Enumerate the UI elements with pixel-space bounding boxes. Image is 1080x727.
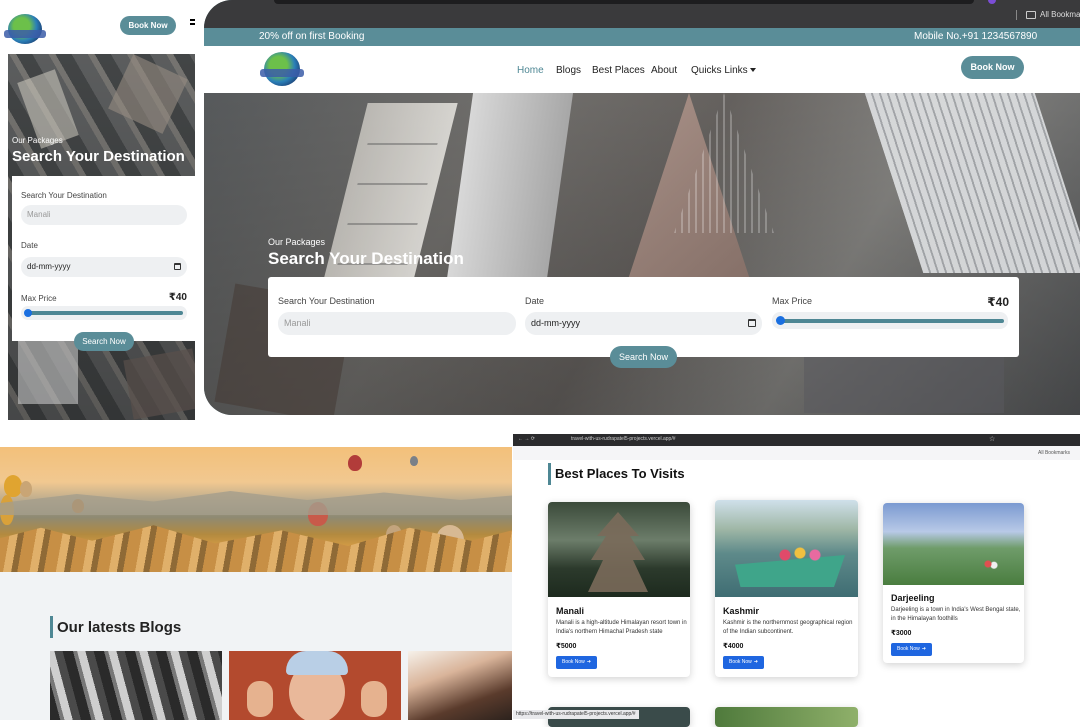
max-price-label: Max Price: [21, 294, 57, 303]
nav-best-places[interactable]: Best Places: [592, 65, 645, 76]
hero-title: Search Your Destination: [12, 148, 185, 165]
blogs-title: Our latests Blogs: [57, 619, 182, 636]
menu-icon[interactable]: [190, 19, 195, 27]
book-now-label: Book Now: [729, 659, 752, 665]
address-bar[interactable]: travel-with-us-rudrapatel5-projects.verc…: [571, 436, 676, 442]
max-price-value: ₹40: [168, 292, 187, 303]
place-name: Kashmir: [723, 606, 760, 616]
star-icon[interactable]: ☆: [989, 435, 995, 443]
toolbar-divider: [1016, 10, 1017, 20]
book-now-label: Book Now: [562, 659, 585, 665]
nav-blogs[interactable]: Blogs: [556, 65, 581, 76]
max-price-label: Max Price: [772, 296, 813, 306]
title-accent-bar: [548, 463, 551, 485]
bookmarks-bar: [513, 446, 1080, 460]
place-image: [548, 502, 690, 597]
site-logo[interactable]: [260, 52, 304, 86]
contact-number: Mobile No.+91 1234567890: [914, 31, 1038, 42]
price-slider[interactable]: [772, 312, 1008, 329]
slider-thumb[interactable]: [776, 316, 785, 325]
hero-title: Search Your Destination: [268, 249, 464, 268]
date-input[interactable]: dd-mm-yyyy: [525, 312, 762, 335]
place-card: Kashmir Kashmir is the northernmost geog…: [715, 500, 858, 677]
search-form: Search Your Destination Manali Date dd-m…: [12, 176, 195, 341]
blog-card-image[interactable]: [408, 651, 512, 720]
place-card: Manali Manali is a high-altitude Himalay…: [548, 502, 690, 677]
calendar-icon[interactable]: [174, 263, 181, 270]
place-name: Manali: [556, 606, 585, 616]
page-top-strip: [0, 434, 512, 447]
place-price: ₹4000: [723, 643, 744, 650]
destination-input[interactable]: Manali: [278, 312, 516, 335]
nav-about[interactable]: About: [651, 65, 677, 76]
max-price-value: ₹40: [987, 295, 1009, 309]
slider-rail: [27, 311, 183, 315]
slider-thumb[interactable]: [24, 309, 32, 317]
place-price: ₹5000: [556, 643, 577, 650]
date-value: dd-mm-yyyy: [27, 262, 71, 271]
price-slider[interactable]: [21, 306, 187, 320]
calendar-icon[interactable]: [748, 319, 756, 327]
folder-icon[interactable]: [1026, 11, 1036, 19]
place-description: Manali is a high-altitude Himalayan reso…: [556, 620, 687, 635]
browser-toolbar: [204, 0, 1080, 28]
search-now-button[interactable]: Search Now: [610, 346, 677, 368]
all-bookmarks-label[interactable]: All Bookmarks: [1040, 10, 1080, 19]
title-accent-bar: [50, 616, 53, 638]
place-card: [715, 707, 858, 727]
date-label: Date: [21, 241, 38, 250]
book-now-button[interactable]: Book Now: [120, 16, 176, 35]
place-image: [715, 500, 858, 597]
arrow-right-icon: ➜: [753, 659, 758, 665]
place-image: [883, 503, 1024, 585]
place-name: Darjeeling: [891, 593, 935, 603]
place-price: ₹3000: [891, 630, 912, 637]
slider-rail: [778, 319, 1004, 323]
site-logo[interactable]: [4, 14, 46, 44]
book-now-button[interactable]: Book Now ➜: [723, 656, 764, 669]
browser-nav-icons[interactable]: ← → ⟳: [518, 436, 535, 442]
place-description: Kashmir is the northernmost geographical…: [723, 620, 853, 635]
blog-card-image[interactable]: [50, 651, 222, 720]
all-bookmarks-label[interactable]: All Bookmarks: [1038, 450, 1070, 456]
book-now-button[interactable]: Book Now: [961, 56, 1024, 79]
address-bar[interactable]: [274, 0, 974, 4]
hero-subtitle: Our Packages: [12, 136, 63, 145]
caret-down-icon: [749, 68, 756, 73]
places-title: Best Places To Visits: [555, 466, 685, 481]
nav-home[interactable]: Home: [517, 65, 544, 76]
promo-text: 20% off on first Booking: [259, 31, 365, 42]
hero-subtitle: Our Packages: [268, 237, 326, 247]
place-card: Darjeeling Darjeeling is a town in India…: [883, 503, 1024, 663]
date-label: Date: [525, 296, 545, 306]
nav-quick-links[interactable]: Quicks Links: [691, 65, 756, 76]
blog-card-image[interactable]: [229, 651, 401, 720]
book-now-button[interactable]: Book Now ➜: [556, 656, 597, 669]
date-value: dd-mm-yyyy: [531, 318, 580, 328]
destination-label: Search Your Destination: [278, 296, 375, 306]
search-now-button[interactable]: Search Now: [74, 332, 134, 351]
book-now-button[interactable]: Book Now ➜: [891, 643, 932, 656]
status-bar-url: https://travel-with-us-rudrapatel5-proje…: [513, 710, 639, 719]
place-description: Darjeeling is a town in India's West Ben…: [891, 607, 1021, 622]
nav-quick-links-label: Quicks Links: [691, 65, 748, 76]
search-form: Search Your Destination Manali Date dd-m…: [268, 277, 1019, 357]
date-input[interactable]: dd-mm-yyyy: [21, 257, 187, 277]
destination-input[interactable]: Manali: [21, 205, 187, 225]
destination-label: Search Your Destination: [21, 191, 107, 200]
desktop-view-panel: All Bookmarks 20% off on first Booking M…: [204, 0, 1080, 415]
arrow-right-icon: ➜: [921, 646, 926, 652]
arrow-right-icon: ➜: [586, 659, 591, 665]
book-now-label: Book Now: [897, 646, 920, 652]
